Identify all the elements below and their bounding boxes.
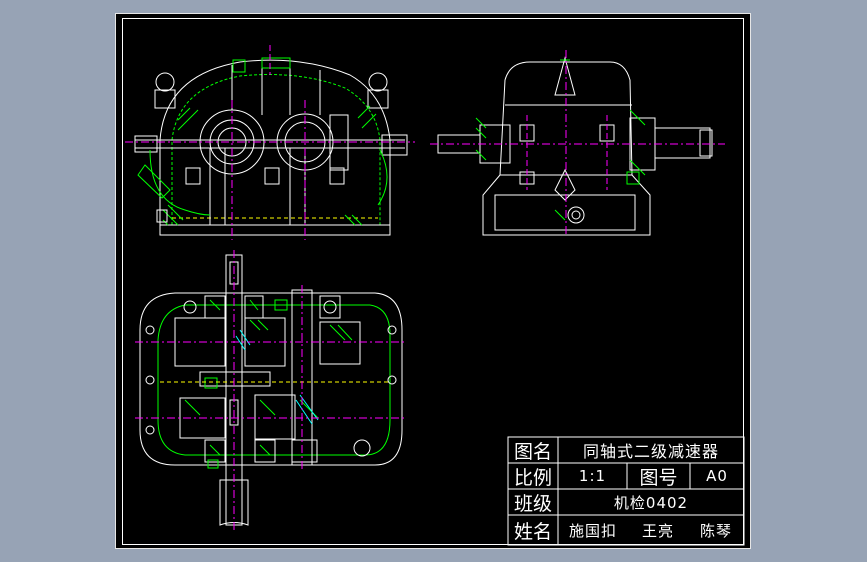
side-view <box>430 50 725 236</box>
drawing-number-label: 图号 <box>639 466 678 489</box>
section-view <box>135 250 405 530</box>
scale-value: 1:1 <box>578 467 607 485</box>
member-name-1: 施国扣 <box>568 521 617 540</box>
member-name-3: 陈琴 <box>699 521 732 540</box>
front-view <box>125 45 415 240</box>
drawing-name-label: 图名 <box>513 440 552 463</box>
class-label: 班级 <box>513 492 552 515</box>
member-name-2: 王亮 <box>641 521 674 540</box>
drawing-number: A0 <box>706 467 728 485</box>
names-label: 姓名 <box>513 520 552 543</box>
scale-label: 比例 <box>513 466 552 489</box>
class-name: 机检0402 <box>613 493 689 512</box>
drawing-name: 同轴式二级减速器 <box>582 442 719 461</box>
